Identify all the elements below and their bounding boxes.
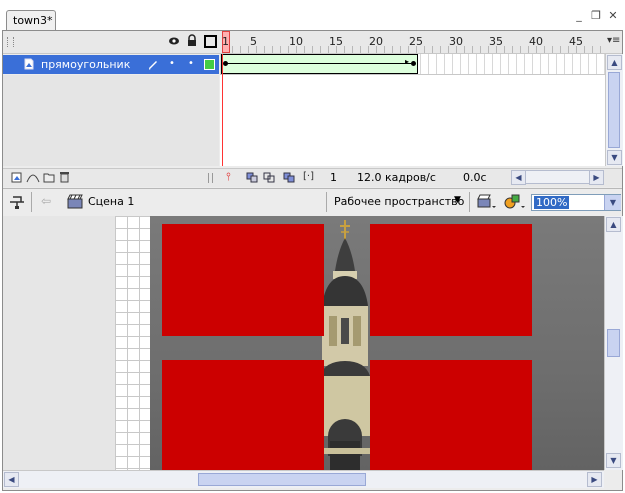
divider [326,192,327,212]
stage-photo [150,216,604,470]
ruler-label: 40 [529,35,543,48]
end-keyframe[interactable] [411,61,416,66]
layer-name: прямоугольник [41,58,131,71]
scroll-thumb[interactable] [608,72,620,148]
modify-onion-markers-icon[interactable]: [·] [303,171,314,182]
outline-icon[interactable] [204,35,217,48]
scroll-right-button[interactable]: ▶ [589,170,604,185]
layers-empty-area [3,75,219,166]
timeline-vscrollbar[interactable]: ▲ ▼ [605,54,623,166]
elapsed-time: 0.0с [463,171,487,184]
scroll-left-button[interactable]: ◀ [4,472,19,487]
drag-handle[interactable] [7,37,14,47]
workspace-menu[interactable]: Рабочее пространство [334,195,464,208]
eye-icon[interactable] [168,35,180,50]
pasteboard-grid [115,216,150,470]
layer-row[interactable]: прямоугольник • • [3,55,219,74]
stage-vscrollbar[interactable]: ▲ ▼ [604,216,623,470]
layer-color-swatch[interactable] [204,59,215,70]
restore-icon: ❐ [591,9,601,22]
zoom-dropdown-button[interactable]: ▼ [604,195,621,210]
frame-rate: 12.0 кадров/с [357,171,436,184]
timeline-toggle-icon[interactable] [9,194,25,213]
edit-symbols-icon[interactable] [504,193,526,213]
document-tab-title: town3* [13,14,53,27]
onion-outlines-icon[interactable] [263,172,275,186]
document-tab[interactable]: town3* [6,10,56,30]
zoom-value: 100% [534,196,570,209]
lock-icon[interactable] [186,34,198,50]
edit-multiple-frames-icon[interactable] [283,172,295,186]
add-layer-icon[interactable] [11,172,22,186]
onion-skin-icon[interactable] [246,172,258,186]
close-icon: ✕ [608,9,618,22]
ruler-label: 35 [489,35,503,48]
motion-tween[interactable]: ▸ [221,54,418,74]
edit-bar: ⇦ Сцена 1 Рабочее пространство ▼ 100% ▼ [3,188,622,217]
lock-dot[interactable]: • [188,58,194,69]
ruler-label: 45 [569,35,583,48]
timeline-hscrollbar[interactable]: ◀ ▶ [511,170,604,185]
ruler-label: 5 [250,35,257,48]
minimize-button[interactable]: _ [573,10,585,22]
visibility-dot[interactable]: • [169,58,175,69]
scroll-up-button[interactable]: ▲ [606,217,621,232]
divider [31,192,32,212]
current-frame: 1 [330,171,337,184]
trash-icon[interactable] [59,171,70,186]
timeline-status-bar: ⫯ [·] 1 12.0 кадров/с 0.0с ◀ ▶ [3,168,622,187]
scroll-right-button[interactable]: ▶ [587,472,602,487]
scene-name[interactable]: Сцена 1 [88,195,134,208]
close-button[interactable]: ✕ [607,10,619,22]
timeline-menu-icon[interactable]: ▾≡ [607,35,620,46]
ruler-label: 30 [449,35,463,48]
scroll-thumb[interactable] [198,473,366,486]
ruler-label: 10 [289,35,303,48]
scroll-thumb[interactable] [607,329,620,357]
minimize-icon: _ [576,9,582,22]
ruler-label: 20 [369,35,383,48]
scroll-corner [604,470,622,487]
red-rectangle[interactable] [162,224,324,336]
frames-area[interactable]: ▸ [220,54,605,166]
playhead-line [222,54,223,166]
splitter-handle[interactable] [208,173,213,183]
red-rectangle[interactable] [370,360,532,470]
ruler-label: 1 [222,35,229,48]
ruler-label: 25 [409,35,423,48]
edit-scene-icon[interactable] [477,194,497,213]
stage-hscrollbar[interactable]: ◀ ▶ [3,470,604,488]
ruler-label: 15 [329,35,343,48]
back-arrow-icon[interactable]: ⇦ [41,194,51,208]
tween-arrow [225,63,411,64]
scroll-down-button[interactable]: ▼ [606,453,621,468]
layer-icon [23,58,35,73]
zoom-select[interactable]: 100% ▼ [531,194,621,211]
red-rectangle[interactable] [370,224,532,336]
tween-arrowhead-icon: ▸ [405,57,410,66]
divider [469,192,470,212]
restore-button[interactable]: ❐ [590,10,602,22]
scroll-down-button[interactable]: ▼ [607,150,622,165]
scene-icon [67,194,83,212]
start-keyframe[interactable] [223,61,228,66]
scroll-left-button[interactable]: ◀ [511,170,526,185]
red-rectangle[interactable] [162,360,324,470]
add-motion-guide-icon[interactable] [26,172,40,186]
pencil-icon[interactable] [147,58,159,73]
folder-icon[interactable] [43,172,55,186]
center-frame-icon[interactable]: ⫯ [226,170,231,184]
scroll-up-button[interactable]: ▲ [607,55,622,70]
workspace-dropdown-icon[interactable]: ▼ [454,195,461,205]
